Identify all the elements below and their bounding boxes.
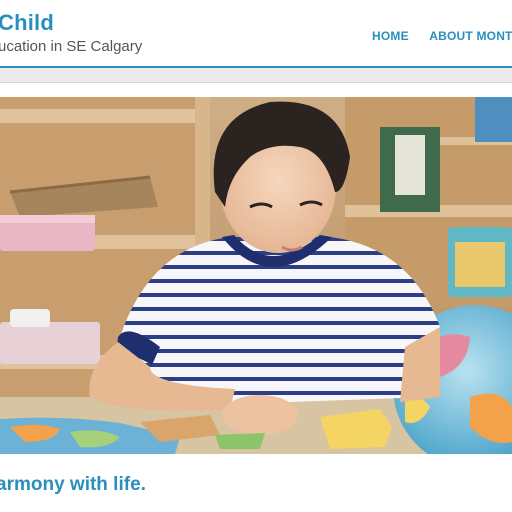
- nav-item-home[interactable]: HOME: [372, 29, 409, 43]
- main-nav: HOME ABOUT MONTES: [372, 27, 512, 45]
- secondary-bar: [0, 68, 512, 83]
- site-tagline: ucation in SE Calgary: [0, 38, 143, 55]
- hero-image: [0, 97, 512, 454]
- nav-item-about-montessori[interactable]: ABOUT MONTES: [429, 29, 512, 43]
- site-header: Child ucation in SE Calgary HOME ABOUT M…: [0, 0, 512, 66]
- site-title[interactable]: Child: [0, 10, 54, 36]
- hero-slogan: armony with life.: [0, 474, 146, 495]
- hero-photo-illustration: [0, 97, 512, 454]
